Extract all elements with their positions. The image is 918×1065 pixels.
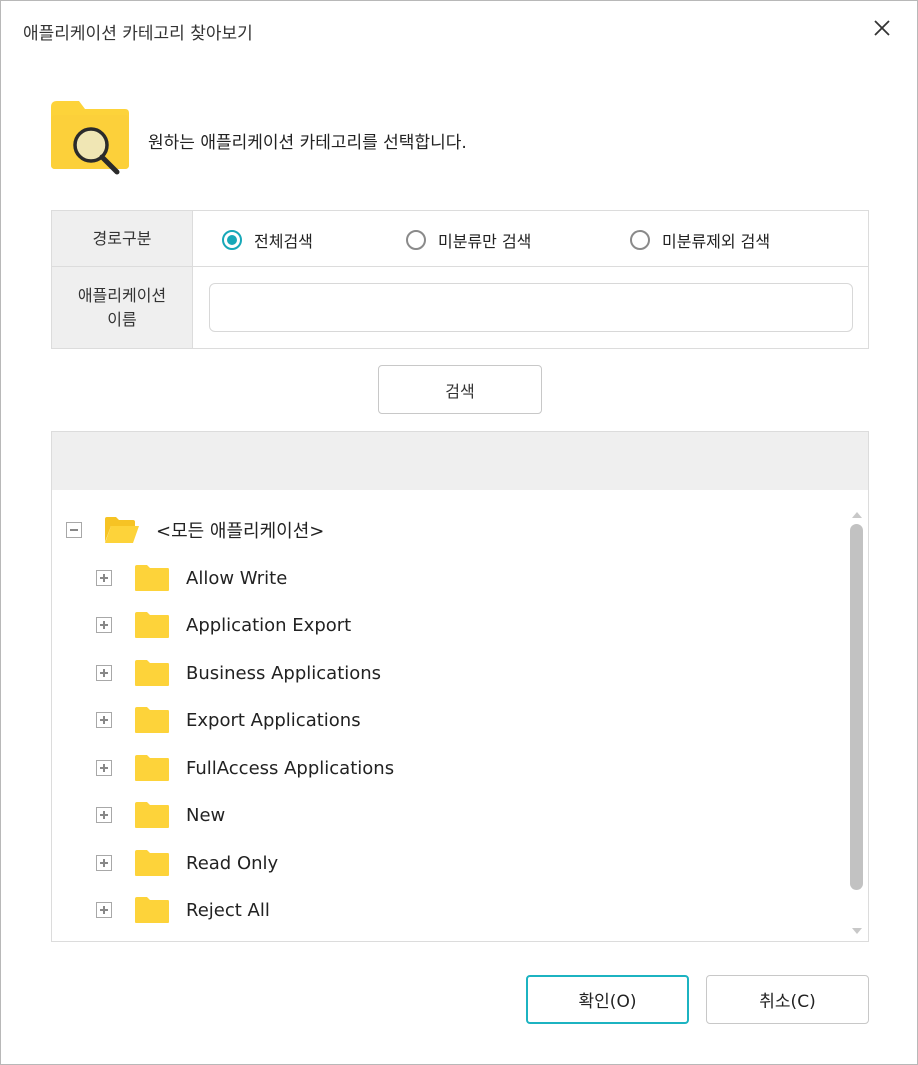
path-type-label: 경로구분	[52, 211, 193, 266]
scroll-up-arrow-icon[interactable]	[850, 510, 864, 520]
close-icon	[874, 20, 890, 36]
radio-label: 미분류제외 검색	[662, 232, 771, 251]
app-name-label: 애플리케이션 이름	[52, 267, 193, 348]
tree-node-allow-write[interactable]: Allow Write	[96, 558, 287, 598]
category-tree-panel: <모든 애플리케이션> Allow Write Application Expo…	[51, 431, 869, 942]
expand-icon[interactable]	[96, 760, 112, 776]
radio-exclude-unclassified[interactable]: 미분류제외 검색	[630, 228, 770, 252]
folder-icon	[135, 897, 169, 923]
tree-node-label: Application Export	[186, 614, 352, 636]
tree-root-node[interactable]: <모든 애플리케이션>	[66, 510, 324, 550]
title-bar: 애플리케이션 카테고리 찾아보기	[1, 1, 917, 61]
folder-icon	[135, 802, 169, 828]
search-form: 경로구분 전체검색 미분류만 검색 미분류제외 검색 애플리케이션 이름	[51, 210, 869, 349]
app-name-label-line2: 이름	[107, 309, 137, 329]
folder-icon	[135, 565, 169, 591]
app-name-input[interactable]	[209, 283, 853, 332]
scrollbar-thumb[interactable]	[850, 524, 863, 890]
folder-icon	[135, 660, 169, 686]
search-button[interactable]: 검색	[378, 365, 542, 414]
folder-open-icon	[105, 517, 139, 543]
folder-icon	[135, 707, 169, 733]
radio-label: 미분류만 검색	[438, 232, 532, 251]
radio-indicator[interactable]	[630, 230, 650, 250]
tree-node-label: Business Applications	[186, 662, 382, 684]
tree-root-label: <모든 애플리케이션>	[156, 521, 325, 542]
expand-icon[interactable]	[96, 712, 112, 728]
dialog-window: 애플리케이션 카테고리 찾아보기 원하는 애플리케이션 카테고리를 선택합니다.…	[0, 0, 918, 1065]
folder-icon	[135, 850, 169, 876]
ok-button[interactable]: 확인(O)	[526, 975, 689, 1024]
tree-node-read-only[interactable]: Read Only	[96, 843, 278, 883]
category-tree[interactable]: <모든 애플리케이션> Allow Write Application Expo…	[52, 490, 868, 941]
tree-node-new[interactable]: New	[96, 795, 225, 835]
tree-node-application-export[interactable]: Application Export	[96, 605, 351, 645]
tree-node-label: Read Only	[186, 852, 279, 874]
tree-node-label: FullAccess Applications	[186, 757, 395, 779]
window-title: 애플리케이션 카테고리 찾아보기	[23, 24, 253, 44]
tree-node-fullaccess-applications[interactable]: FullAccess Applications	[96, 748, 394, 788]
tree-node-label: Reject All	[186, 899, 270, 921]
tree-node-reject-all[interactable]: Reject All	[96, 890, 270, 930]
folder-icon	[135, 755, 169, 781]
radio-unclassified-only[interactable]: 미분류만 검색	[406, 228, 531, 252]
tree-node-label: Allow Write	[186, 567, 288, 589]
expand-icon[interactable]	[96, 617, 112, 633]
scroll-down-arrow-icon[interactable]	[850, 926, 864, 936]
tree-node-label: New	[186, 804, 226, 826]
tree-node-label: Export Applications	[186, 709, 361, 731]
tree-node-business-applications[interactable]: Business Applications	[96, 653, 381, 693]
expand-icon[interactable]	[96, 807, 112, 823]
tree-node-export-applications[interactable]: Export Applications	[96, 700, 361, 740]
app-name-row: 애플리케이션 이름	[52, 267, 868, 348]
collapse-icon[interactable]	[66, 522, 82, 538]
expand-icon[interactable]	[96, 570, 112, 586]
expand-icon[interactable]	[96, 902, 112, 918]
radio-label: 전체검색	[254, 232, 313, 251]
radio-indicator-checked[interactable]	[222, 230, 242, 250]
folder-icon	[135, 612, 169, 638]
expand-icon[interactable]	[96, 855, 112, 871]
expand-icon[interactable]	[96, 665, 112, 681]
radio-indicator[interactable]	[406, 230, 426, 250]
folder-search-icon	[51, 101, 131, 177]
path-type-row: 경로구분 전체검색 미분류만 검색 미분류제외 검색	[52, 211, 868, 267]
app-name-label-line1: 애플리케이션	[77, 285, 167, 305]
tree-header	[52, 432, 868, 490]
intro-text: 원하는 애플리케이션 카테고리를 선택합니다.	[148, 133, 467, 153]
close-button[interactable]	[867, 13, 897, 43]
cancel-button[interactable]: 취소(C)	[706, 975, 869, 1024]
radio-all-search[interactable]: 전체검색	[222, 228, 313, 252]
